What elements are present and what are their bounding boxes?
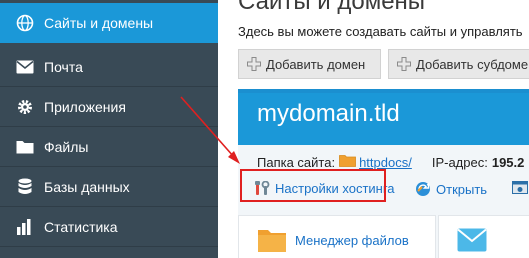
- add-subdomain-button[interactable]: Добавить субдоме: [388, 49, 529, 79]
- ip-label: IP-адрес:: [431, 154, 488, 170]
- ip-value: 195.2: [491, 154, 525, 170]
- page-title: Сайты и домены: [238, 0, 426, 15]
- intro-text: Здесь вы можете создавать сайты и управл…: [238, 24, 523, 39]
- plus-icon: [397, 57, 411, 71]
- add-domain-button[interactable]: Добавить домен: [238, 49, 381, 79]
- sidebar-item-label: Файлы: [44, 138, 89, 155]
- sidebar-item-sites-domains[interactable]: Сайты и домены: [0, 3, 218, 43]
- folder-icon: [339, 154, 356, 170]
- folder-link[interactable]: httpdocs/: [359, 155, 412, 170]
- sidebar-item-label: Базы данных: [44, 178, 130, 195]
- plus-icon: [247, 57, 261, 71]
- open-label: Открыть: [436, 181, 488, 197]
- sidebar-item-label: Статистика: [44, 218, 118, 235]
- sidebar-item-statistics[interactable]: Статистика: [0, 207, 218, 247]
- gear-icon: [16, 98, 34, 116]
- sidebar-item-label: Приложения: [44, 98, 126, 115]
- add-subdomain-label: Добавить субдоме: [416, 56, 529, 72]
- open-link[interactable]: Открыть: [415, 181, 487, 197]
- preview-icon: [512, 181, 528, 195]
- folder-icon: [16, 138, 34, 156]
- sidebar: Сайты и домены Почта Приложения Файлы Ба…: [0, 0, 218, 258]
- preview-link[interactable]: [512, 181, 528, 195]
- file-manager-card[interactable]: Менеджер файлов: [238, 215, 436, 258]
- highlight-box: [240, 169, 386, 202]
- sidebar-item-mail[interactable]: Почта: [0, 47, 218, 87]
- sidebar-item-label: Почта: [44, 58, 83, 75]
- sidebar-item-applications[interactable]: Приложения: [0, 87, 218, 127]
- domain-header: mydomain.tld: [238, 93, 529, 145]
- sidebar-item-files[interactable]: Файлы: [0, 127, 218, 167]
- mail-card[interactable]: [438, 215, 529, 258]
- add-domain-label: Добавить домен: [266, 56, 366, 72]
- folder-label: Папка сайта:: [257, 154, 336, 170]
- open-site-icon: [415, 181, 431, 197]
- domain-info: Папка сайта: httpdocs/ IP-адрес: 195.2: [257, 154, 524, 170]
- domain-name[interactable]: mydomain.tld: [257, 100, 400, 128]
- mail-icon: [16, 58, 34, 76]
- sidebar-item-databases[interactable]: Базы данных: [0, 167, 218, 207]
- file-manager-label: Менеджер файлов: [295, 232, 409, 248]
- mail-app-icon: [457, 228, 487, 252]
- main-content: Сайты и домены Здесь вы можете создавать…: [218, 0, 529, 258]
- database-icon: [16, 178, 34, 196]
- sidebar-item-label: Сайты и домены: [44, 14, 154, 31]
- app-root: Сайты и домены Почта Приложения Файлы Ба…: [0, 0, 529, 258]
- file-manager-icon: [257, 227, 287, 253]
- chart-icon: [16, 218, 34, 236]
- globe-icon: [16, 14, 34, 32]
